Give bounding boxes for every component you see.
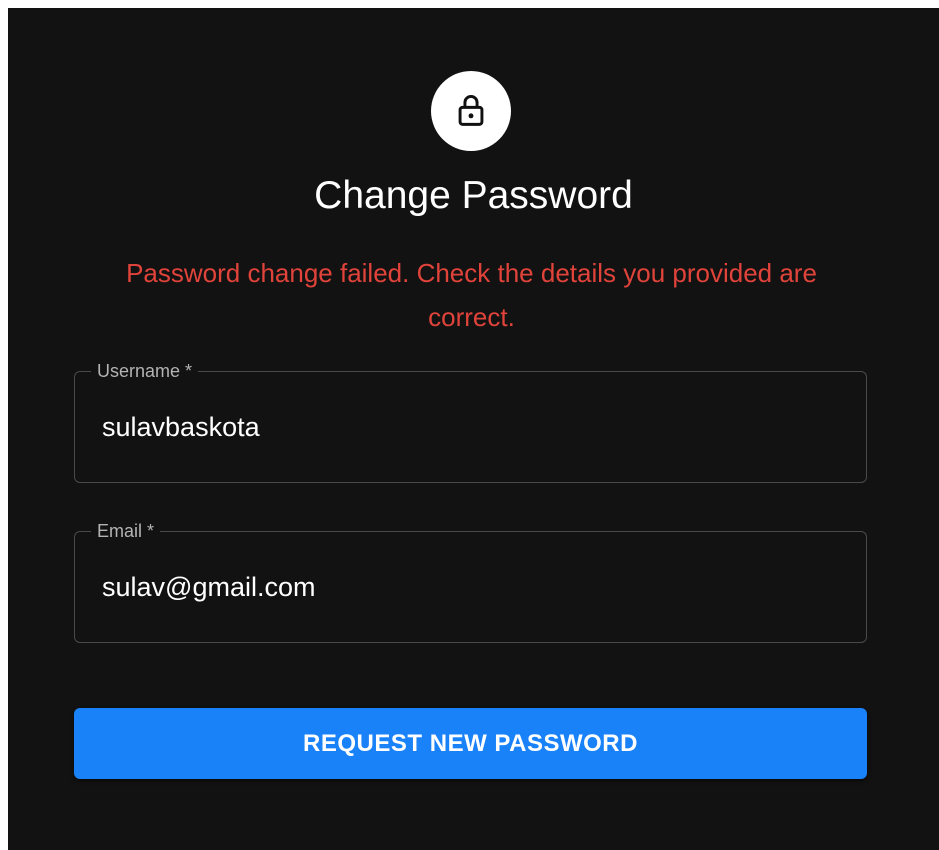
lock-avatar [431, 71, 511, 151]
username-label: Username * [97, 361, 193, 381]
username-field: Username * [74, 361, 867, 483]
lock-icon [458, 94, 484, 126]
username-input[interactable] [102, 400, 842, 454]
email-field: Email * [74, 521, 867, 643]
error-message: Password change failed. Check the detail… [126, 258, 817, 332]
request-new-password-button[interactable]: REQUEST NEW PASSWORD [74, 708, 867, 779]
change-password-panel: Change Password Password change failed. … [8, 8, 939, 850]
page-title: Change Password [314, 174, 633, 217]
email-input[interactable] [102, 560, 842, 614]
email-label: Email * [97, 521, 155, 541]
